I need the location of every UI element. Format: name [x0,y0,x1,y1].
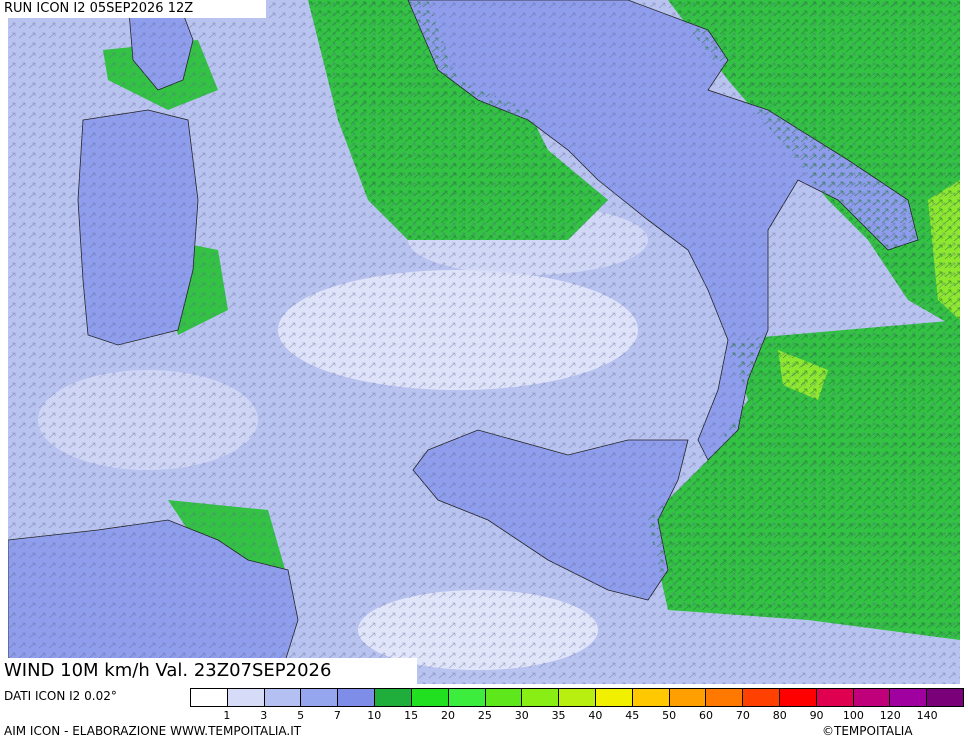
legend-swatch [227,689,265,706]
legend-tick-label: 140 [916,709,938,722]
legend-tick-label: 5 [297,709,305,722]
legend-swatch [595,689,633,706]
legend-tick-label: 35 [551,709,566,722]
legend-tick-label: 100 [842,709,864,722]
legend-tick-label: 10 [367,709,382,722]
legend-swatch [559,689,596,706]
copyright-text: ©TEMPOITALIA [822,724,913,738]
legend-tick-label: 50 [662,709,677,722]
credit-text: AIM ICON - ELABORAZIONE WWW.TEMPOITALIA.… [4,724,302,738]
legend-swatch [485,689,523,706]
legend-tick-label: 90 [809,709,824,722]
legend-swatch [780,689,817,706]
color-legend [190,688,964,707]
legend-tick-label: 45 [625,709,640,722]
legend-tick-label: 70 [735,709,750,722]
legend-swatch [448,689,486,706]
legend-tick-label: 60 [699,709,713,722]
legend-tick-label: 15 [404,709,419,722]
legend-swatch [816,689,854,706]
legend-tick-label: 25 [477,709,492,722]
legend-swatch [853,689,891,706]
legend-swatch [411,689,449,706]
legend-swatch [743,689,780,706]
legend-swatch [927,689,964,706]
legend-swatch [375,689,412,706]
legend-tick-label: 40 [588,709,603,722]
legend-ticks: 1 3 5 7 10 15 20 25 30 35 40 45 50 60 70 80 90 100 120 140 [190,709,964,723]
legend-tick-label: 80 [772,709,787,722]
legend-tick-label: 120 [879,709,901,722]
legend-swatch [890,689,928,706]
wind-map [8,0,960,684]
map-canvas [8,0,960,684]
legend-swatch [191,689,228,706]
legend-swatch [522,689,560,706]
legend-swatch [264,689,302,706]
legend-tick-label: 7 [333,709,341,722]
legend-tick-label: 1 [223,709,231,722]
legend-swatch [338,689,376,706]
legend-tick-label: 30 [514,709,529,722]
legend-tick-label: 20 [441,709,455,722]
legend-swatch [301,689,339,706]
legend-swatch [632,689,670,706]
legend-swatch [706,689,744,706]
run-title: RUN ICON I2 05SEP2026 12Z [0,0,266,18]
legend-tick-label: 3 [260,709,268,722]
valid-title: WIND 10M km/h Val. 23Z07SEP2026 [0,658,417,684]
data-source: DATI ICON I2 0.02° [4,689,117,703]
legend-swatch [669,689,707,706]
